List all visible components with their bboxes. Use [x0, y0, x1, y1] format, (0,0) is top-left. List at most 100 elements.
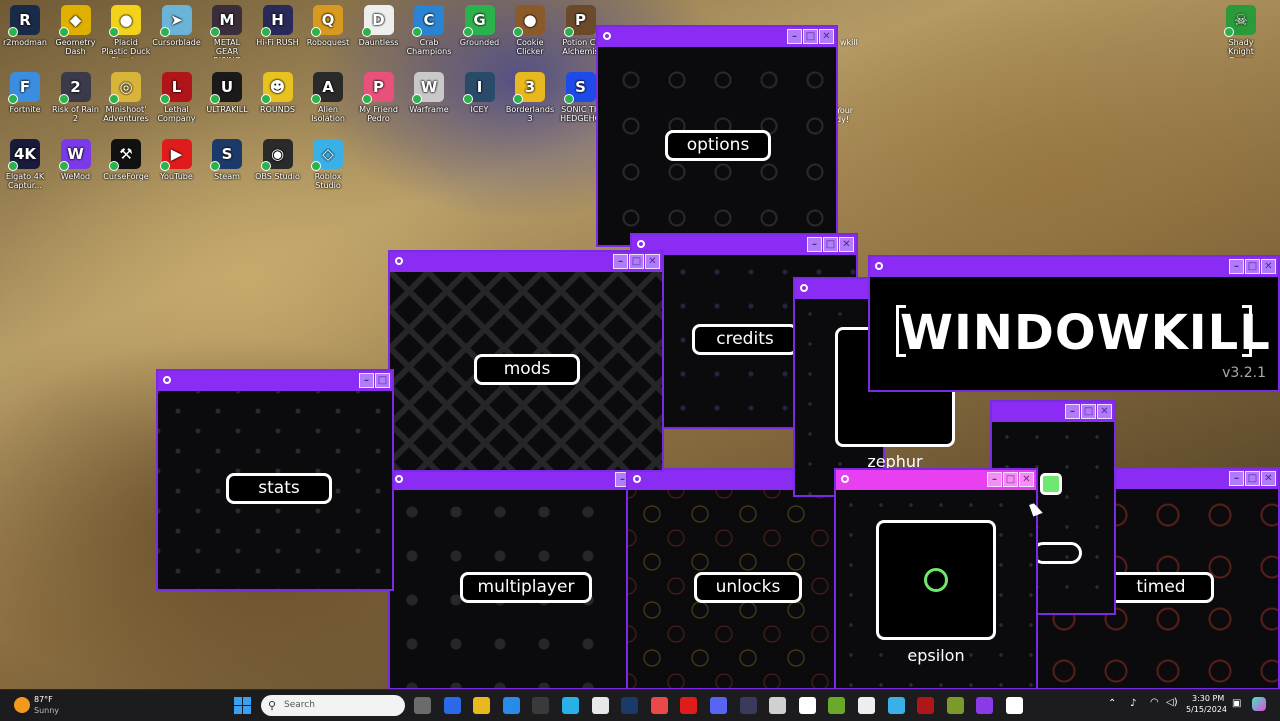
- minimize-icon[interactable]: –: [359, 373, 374, 388]
- window-titlebar[interactable]: –: [390, 470, 632, 490]
- taskbar-app-icon[interactable]: [798, 697, 816, 714]
- clock-date[interactable]: 5/15/2024: [1186, 705, 1227, 714]
- taskbar-app-icon[interactable]: [680, 697, 698, 714]
- taskbar-app-icon[interactable]: [946, 697, 964, 714]
- desktop-icon[interactable]: H Hi-Fi RUSH: [253, 5, 303, 47]
- desktop-icon[interactable]: 4K Elgato 4K Captur...: [0, 139, 50, 190]
- minimize-icon[interactable]: –: [807, 237, 822, 252]
- epsilon-character-box[interactable]: [876, 520, 996, 640]
- search-box[interactable]: ⚲ Search: [261, 695, 405, 716]
- desktop-icon[interactable]: W WeMod: [51, 139, 101, 181]
- taskbar-app-icon[interactable]: [858, 697, 875, 714]
- desktop-icon[interactable]: ● Cookie Clicker: [505, 5, 555, 56]
- desktop-icon[interactable]: ☻ ROUNDS: [253, 72, 303, 114]
- desktop-icon[interactable]: A Alien Isolation: [303, 72, 353, 123]
- desktop-icon[interactable]: MMETAL GEAR RISING REV...: [202, 5, 252, 58]
- close-icon[interactable]: ✕: [1019, 472, 1034, 487]
- desktop-icon[interactable]: G Grounded: [455, 5, 505, 47]
- taskbar-app-icon[interactable]: [473, 697, 491, 714]
- window-titlebar[interactable]: – □ ✕: [390, 252, 662, 272]
- options-window[interactable]: – □ ✕ options: [596, 25, 838, 247]
- taskbar-app-icon[interactable]: [887, 697, 905, 714]
- desktop-icon[interactable]: S Steam: [202, 139, 252, 181]
- taskbar-app-icon[interactable]: [532, 697, 550, 714]
- credits-button[interactable]: credits: [692, 324, 798, 355]
- desktop-icon[interactable]: ●Placid Plastic Duck Simul...: [101, 5, 151, 58]
- desktop-icon[interactable]: C Crab Champions: [404, 5, 454, 56]
- weather-temp[interactable]: 87°F: [34, 695, 53, 704]
- taskbar-app-icon[interactable]: [710, 697, 727, 714]
- desktop-icon[interactable]: ◉ OBS Studio: [253, 139, 303, 181]
- toggle-slider[interactable]: [1032, 542, 1082, 564]
- close-icon[interactable]: ✕: [839, 237, 854, 252]
- taskbar-app-icon[interactable]: [414, 697, 431, 714]
- options-button[interactable]: options: [665, 130, 771, 161]
- minimize-icon[interactable]: –: [987, 472, 1002, 487]
- unlocks-window[interactable]: unlocks: [626, 468, 840, 690]
- window-titlebar[interactable]: – □ ✕: [992, 402, 1114, 422]
- clock-time[interactable]: 3:30 PM: [1192, 694, 1224, 703]
- taskbar-app-icon[interactable]: [502, 697, 520, 714]
- epsilon-window[interactable]: – □ ✕ epsilon: [834, 468, 1038, 690]
- minimize-icon[interactable]: –: [613, 254, 628, 269]
- desktop-icon[interactable]: ◇ Roblox Studio: [303, 139, 353, 190]
- desktop-icon[interactable]: 3 Borderlands 3: [505, 72, 555, 123]
- mods-button[interactable]: mods: [474, 354, 580, 385]
- taskbar-app-icon[interactable]: [562, 697, 579, 714]
- maximize-icon[interactable]: □: [1003, 472, 1018, 487]
- desktop-icon[interactable]: L Lethal Company: [152, 72, 202, 123]
- close-icon[interactable]: ✕: [819, 29, 834, 44]
- close-icon[interactable]: ✕: [1261, 259, 1276, 274]
- wifi-icon[interactable]: ◠: [1150, 697, 1159, 708]
- volume-icon[interactable]: ◁): [1166, 697, 1178, 708]
- taskbar-app-icon[interactable]: [917, 697, 935, 714]
- desktop-icon[interactable]: W Warframe: [404, 72, 454, 114]
- window-titlebar[interactable]: – □ ✕: [870, 257, 1278, 277]
- desktop-icon[interactable]: 2 Risk of Rain 2: [51, 72, 101, 123]
- start-button[interactable]: [234, 697, 251, 714]
- close-icon[interactable]: ✕: [1261, 471, 1276, 486]
- minimize-icon[interactable]: –: [1065, 404, 1080, 419]
- stats-window[interactable]: – □ stats: [156, 369, 394, 591]
- desktop-icon[interactable]: P My Friend Pedro: [354, 72, 404, 123]
- desktop-icon[interactable]: Rr2modman: [0, 5, 50, 47]
- stats-button[interactable]: stats: [226, 473, 332, 504]
- close-icon[interactable]: ✕: [645, 254, 660, 269]
- maximize-icon[interactable]: □: [1081, 404, 1096, 419]
- window-titlebar[interactable]: – □ ✕: [836, 470, 1036, 490]
- taskbar-app-icon[interactable]: [739, 697, 757, 714]
- desktop-icon[interactable]: ⚒ CurseForge: [101, 139, 151, 181]
- unlocks-button[interactable]: unlocks: [694, 572, 802, 603]
- desktop-icon[interactable]: Q Roboquest: [303, 5, 353, 47]
- multiplayer-window[interactable]: – multiplayer: [388, 468, 634, 690]
- taskbar-app-icon[interactable]: [828, 697, 846, 714]
- desktop-icon[interactable]: ▶ YouTube: [152, 139, 202, 181]
- windowkill-title-window[interactable]: – □ ✕ WINDOWKILL v3.2.1: [868, 255, 1280, 392]
- window-titlebar[interactable]: – □ ✕: [598, 27, 836, 47]
- timed-button[interactable]: timed: [1108, 572, 1214, 603]
- taskbar-app-icon[interactable]: [591, 697, 609, 714]
- desktop-icon[interactable]: ➤ Cursorblade: [152, 5, 202, 47]
- taskbar-app-icon[interactable]: [621, 697, 639, 714]
- green-checkbox[interactable]: [1040, 473, 1062, 495]
- taskbar-app-icon[interactable]: [769, 697, 787, 714]
- desktop-icon[interactable]: ◎ Minishoot' Adventures: [101, 72, 151, 123]
- desktop-icon[interactable]: U ULTRAKILL: [202, 72, 252, 114]
- minimize-icon[interactable]: –: [1229, 259, 1244, 274]
- desktop-icon[interactable]: ◆ Geometry Dash: [51, 5, 101, 56]
- maximize-icon[interactable]: □: [375, 373, 390, 388]
- desktop-icon[interactable]: F Fortnite: [0, 72, 50, 114]
- notification-icon[interactable]: ▣: [1232, 698, 1241, 709]
- taskbar-app-icon[interactable]: [976, 697, 994, 714]
- maximize-icon[interactable]: □: [1245, 259, 1260, 274]
- window-titlebar[interactable]: – □ ✕: [632, 235, 856, 255]
- desktop-icon[interactable]: I ICEY: [455, 72, 505, 114]
- multiplayer-button[interactable]: multiplayer: [460, 572, 592, 603]
- close-icon[interactable]: ✕: [1097, 404, 1112, 419]
- minimize-icon[interactable]: –: [787, 29, 802, 44]
- taskbar-app-icon[interactable]: [650, 697, 668, 714]
- microphone-icon[interactable]: ♪: [1130, 698, 1136, 709]
- maximize-icon[interactable]: □: [1245, 471, 1260, 486]
- taskbar-app-icon[interactable]: [443, 697, 461, 714]
- tray-chevron-icon[interactable]: ⌃: [1108, 698, 1116, 709]
